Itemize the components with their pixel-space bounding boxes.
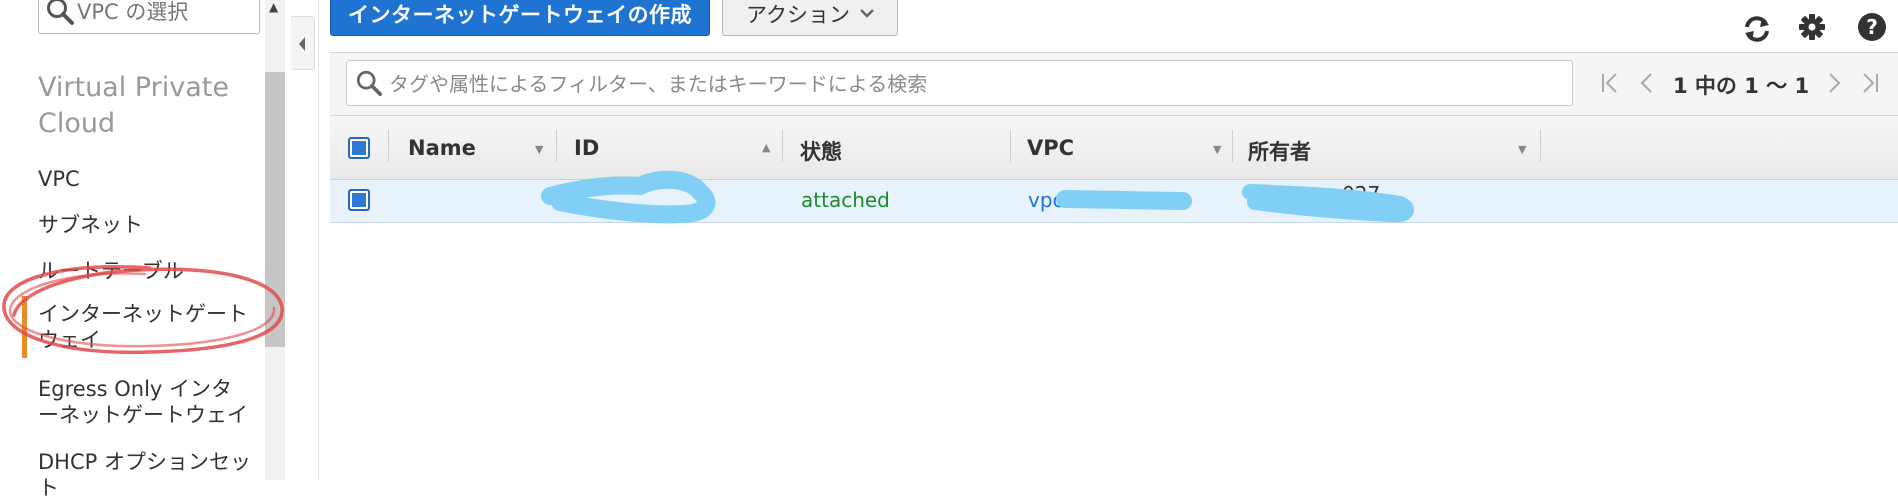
active-item-marker [22,296,27,358]
column-separator [556,130,557,162]
sidebar-item-dhcp-options[interactable]: DHCP オプションセット [38,449,263,501]
collapse-sidebar-button[interactable] [291,16,315,70]
last-page-icon[interactable] [1860,72,1880,99]
chevron-left-icon [299,37,305,51]
sidebar: VPC の選択 Virtual Private Cloud VPC サブネット … [0,0,265,500]
sidebar-heading: Virtual Private Cloud [38,72,229,139]
vpc-select-dropdown[interactable]: VPC の選択 [38,0,260,34]
row-owner-cell: 027 [1342,182,1381,206]
column-separator [1540,130,1541,162]
column-separator [1232,130,1233,162]
column-header-state[interactable]: 状態 [800,136,842,166]
content-divider [318,0,319,480]
column-separator [388,130,389,162]
sort-caret-down-icon[interactable]: ▼ [1518,143,1526,156]
actions-label: アクション [746,3,850,27]
scroll-up-arrow-icon[interactable]: ▲ [269,0,278,14]
next-page-icon[interactable] [1827,72,1843,99]
actions-dropdown-button[interactable]: アクション [722,0,898,36]
sidebar-scrollbar-thumb[interactable] [265,72,285,347]
sidebar-item-subnets[interactable]: サブネット [38,212,258,238]
column-header-owner[interactable]: 所有者 [1248,136,1311,166]
filter-search-box[interactable] [346,60,1573,106]
refresh-icon[interactable] [1741,14,1773,48]
column-separator [1010,130,1011,162]
search-icon [355,69,383,101]
row-state-cell: attached [801,188,890,212]
pagination-text: 1 中の 1 ～ 1 [1673,74,1810,98]
row-vpc-link[interactable]: vpc [1028,188,1064,212]
sort-caret-down-icon[interactable]: ▼ [1213,143,1221,156]
table-row[interactable]: attached vpc 027 [330,180,1898,223]
select-all-checkbox[interactable] [348,137,370,159]
column-header-vpc[interactable]: VPC [1027,136,1074,160]
previous-page-icon[interactable] [1638,72,1654,99]
vpc-select-label: VPC の選択 [77,0,189,24]
svg-text:?: ? [1866,15,1878,39]
sidebar-item-route-tables[interactable]: ルートテーブル [38,258,258,284]
column-header-name[interactable]: Name [408,136,476,160]
chevron-down-icon [860,9,874,18]
gear-icon[interactable] [1798,13,1826,45]
create-internet-gateway-button[interactable]: インターネットゲートウェイの作成 [330,0,710,36]
sidebar-item-internet-gateways[interactable]: インターネットゲートウェイ [38,301,258,353]
sidebar-item-egress-only-igw[interactable]: Egress Only インターネットゲートウェイ [38,376,253,428]
row-checkbox[interactable] [348,189,370,211]
search-icon [45,0,75,30]
sidebar-item-vpc[interactable]: VPC [38,166,258,192]
sort-caret-down-icon[interactable]: ▼ [535,143,543,156]
sort-caret-up-icon[interactable]: ▲ [762,141,770,154]
column-header-id[interactable]: ID [574,136,599,160]
table-header: Name ▼ ID ▲ 状態 VPC ▼ 所有者 ▼ [330,115,1898,180]
filter-search-input[interactable] [387,65,1561,103]
first-page-icon[interactable] [1600,72,1620,99]
column-separator [782,130,783,162]
help-icon[interactable]: ? [1857,12,1887,46]
